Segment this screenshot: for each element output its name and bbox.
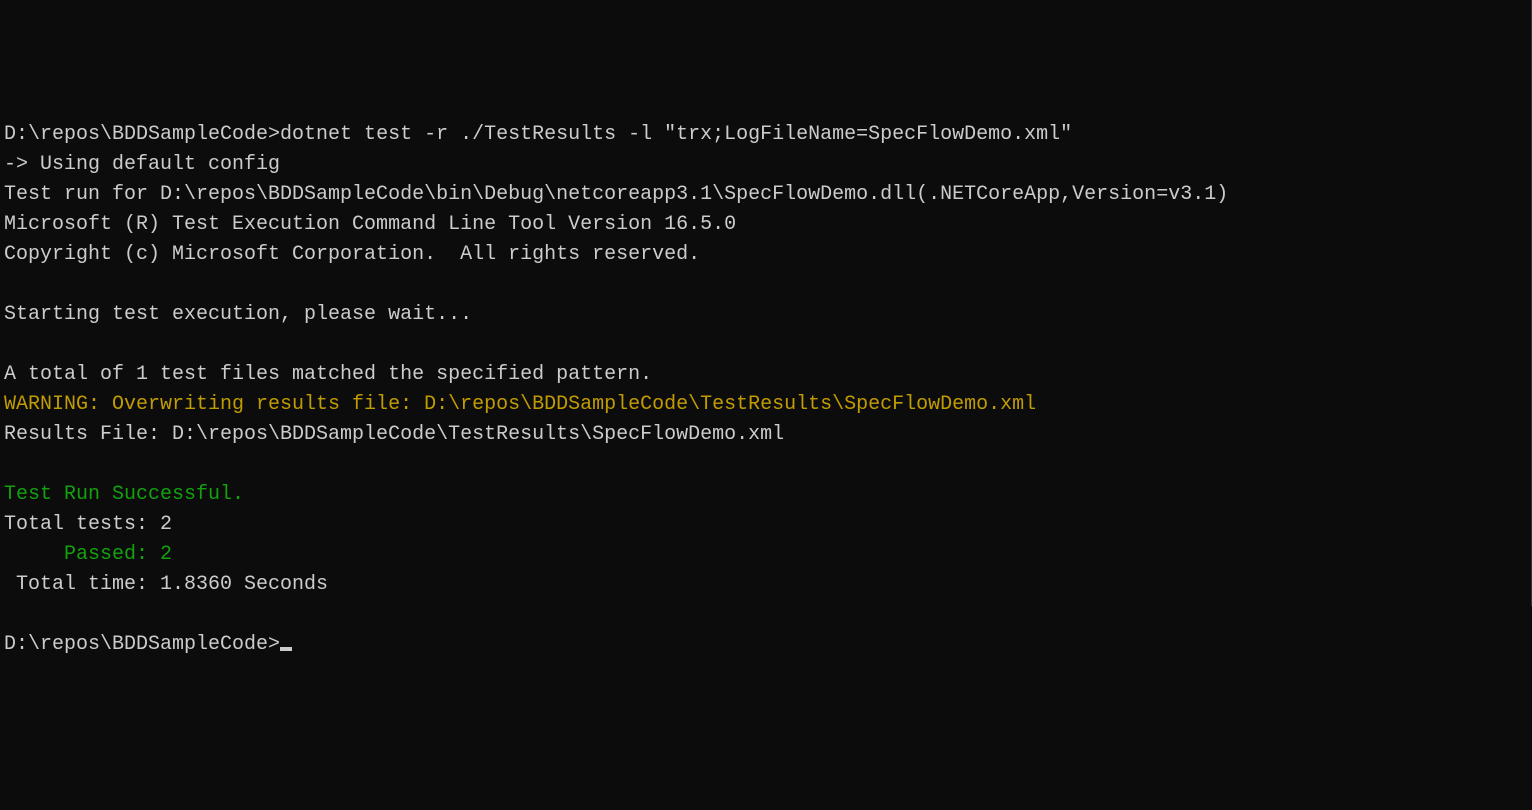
- passed-line: Passed: 2: [4, 543, 172, 566]
- test-run-for-line: Test run for D:\repos\BDDSampleCode\bin\…: [4, 183, 1228, 206]
- total-tests-line: Total tests: 2: [4, 513, 172, 536]
- success-line: Test Run Successful.: [4, 483, 244, 506]
- copyright-line: Copyright (c) Microsoft Corporation. All…: [4, 243, 700, 266]
- cursor-icon: [280, 647, 292, 651]
- total-time-line: Total time: 1.8360 Seconds: [4, 573, 328, 596]
- warning-line: WARNING: Overwriting results file: D:\re…: [4, 393, 1036, 416]
- prompt-line-1: D:\repos\BDDSampleCode>dotnet test -r ./…: [4, 123, 1072, 146]
- total-files-line: A total of 1 test files matched the spec…: [4, 363, 652, 386]
- ms-tool-line: Microsoft (R) Test Execution Command Lin…: [4, 213, 736, 236]
- prompt-line-2: D:\repos\BDDSampleCode>: [4, 633, 280, 656]
- results-file-line: Results File: D:\repos\BDDSampleCode\Tes…: [4, 423, 784, 446]
- config-line: -> Using default config: [4, 153, 280, 176]
- terminal-output[interactable]: D:\repos\BDDSampleCode>dotnet test -r ./…: [4, 120, 1527, 660]
- starting-line: Starting test execution, please wait...: [4, 303, 472, 326]
